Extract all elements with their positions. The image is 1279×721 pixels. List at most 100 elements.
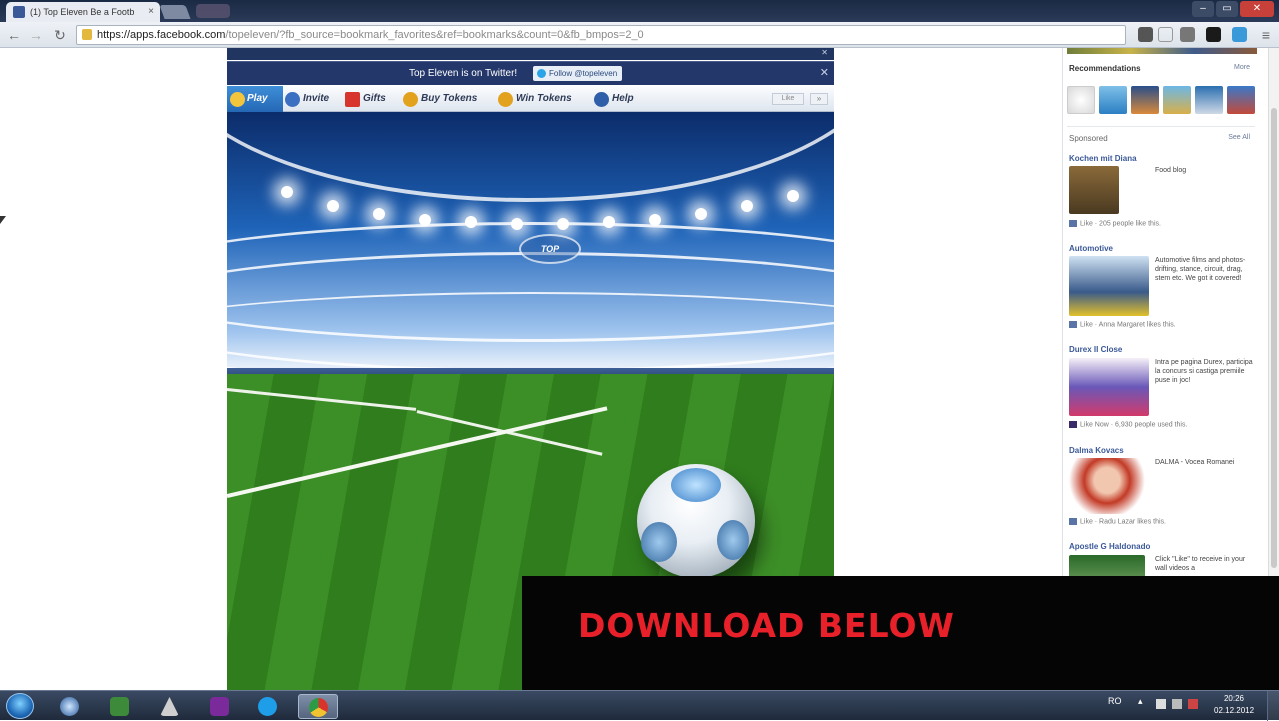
ad-text: Click "Like" to receive in your wall vid… [1155, 556, 1246, 572]
reload-button[interactable]: ↻ [50, 25, 70, 45]
taskbar-chrome-active[interactable] [298, 694, 338, 719]
ad-title[interactable]: Automotive [1069, 244, 1113, 253]
gift-icon [345, 92, 360, 107]
top-eleven-stadium-logo: TOP [519, 234, 581, 264]
nav-buy-tokens-button[interactable]: Buy Tokens [403, 90, 477, 108]
close-window-button[interactable]: ✕ [1240, 1, 1274, 17]
like-thumb-icon [1069, 321, 1077, 328]
show-desktop-button[interactable] [1267, 691, 1279, 721]
taskbar-app[interactable] [200, 694, 240, 719]
clock-time: 20:26 [1223, 694, 1245, 703]
ad-title[interactable]: Dalma Kovacs [1069, 446, 1124, 455]
ball-panel [671, 468, 721, 502]
recommended-app-icon[interactable] [1163, 86, 1191, 114]
tray-arrow-icon[interactable]: ▴ [1138, 696, 1143, 707]
floodlight [511, 218, 523, 230]
ad-like-line[interactable]: Like Now · 6,930 people used this. [1069, 421, 1187, 428]
ad-text: DALMA - Vocea Romanei [1155, 459, 1235, 466]
new-tab-button[interactable] [159, 5, 191, 19]
nav-gifts-label: Gifts [363, 93, 386, 104]
like-button[interactable]: Like [772, 93, 804, 105]
facebook-favicon-icon [13, 6, 25, 18]
token-icon [403, 92, 418, 107]
tray-flag-icon[interactable] [1188, 699, 1198, 709]
forward-button[interactable]: → [26, 25, 46, 45]
tray-volume-icon[interactable] [1172, 699, 1182, 709]
recommended-app-icon[interactable] [1067, 86, 1095, 114]
recommendations-title: Recommendations [1069, 64, 1141, 73]
ad-text: Automotive films and photos- drifting, s… [1155, 257, 1246, 282]
browser-tab-active[interactable]: (1) Top Eleven Be a Footb × [6, 2, 160, 22]
tray-network-icon[interactable] [1156, 699, 1166, 709]
taskbar-clock[interactable]: 20:26 02.12.2012 [1214, 693, 1254, 719]
notice-close-icon[interactable]: ✕ [821, 48, 828, 58]
sponsored-see-all-link[interactable]: See All [1228, 134, 1250, 141]
play-icon [230, 92, 245, 107]
chrome-icon [309, 698, 328, 717]
minimize-button[interactable]: – [1192, 1, 1214, 17]
twitter-bird-icon [537, 69, 546, 78]
recommended-app-icon[interactable] [1099, 86, 1127, 114]
floodlight [603, 216, 615, 228]
address-bar[interactable]: https://apps.facebook.com/topeleven/?fb_… [76, 25, 1126, 45]
search-icon[interactable] [1180, 27, 1195, 42]
ad-image[interactable] [1069, 166, 1119, 214]
floodlight [281, 186, 293, 198]
floodlight [557, 218, 569, 230]
nav-gifts-button[interactable]: Gifts [345, 90, 386, 108]
floodlight [741, 200, 753, 212]
browser-menu-icon[interactable]: ≡ [1256, 25, 1276, 45]
taskbar-app[interactable] [50, 694, 90, 719]
nav-play-button[interactable]: Play [227, 86, 283, 112]
language-indicator[interactable]: RO [1108, 696, 1122, 706]
back-button[interactable]: ← [4, 25, 24, 45]
recommended-app-icon[interactable] [1131, 86, 1159, 114]
ad-text: Intra pe pagina Durex, participa la conc… [1155, 359, 1253, 384]
nav-invite-button[interactable]: Invite [285, 90, 329, 108]
ad-like-line[interactable]: Like · 205 people like this. [1069, 220, 1161, 227]
ad-title[interactable]: Durex II Close [1069, 345, 1122, 354]
twitter-promo-text: Top Eleven is on Twitter! [409, 68, 518, 79]
browser-tab-inactive[interactable] [196, 4, 230, 18]
extension-icon[interactable] [1206, 27, 1221, 42]
nav-play-label: Play [247, 93, 268, 104]
page-left-margin [0, 48, 226, 690]
taskbar-app[interactable] [100, 694, 140, 719]
floodlight [419, 214, 431, 226]
tab-title: (1) Top Eleven Be a Footb [30, 7, 135, 17]
bookmark-star-icon[interactable] [1158, 27, 1173, 42]
ad-image[interactable] [1069, 458, 1145, 514]
sidebar-divider [1067, 126, 1255, 127]
ad-like-line[interactable]: Like · Radu Lazar likes this. [1069, 518, 1166, 525]
maximize-button[interactable]: ▭ [1216, 1, 1238, 17]
invite-icon [285, 92, 300, 107]
nav-scroll-button[interactable]: » [810, 93, 828, 105]
windows-taskbar: RO ▴ 20:26 02.12.2012 [0, 690, 1279, 721]
ad-image[interactable] [1069, 358, 1149, 416]
taskbar-app[interactable] [248, 694, 288, 719]
floodlight [787, 190, 799, 202]
twitter-follow-button[interactable]: Follow @topeleven [533, 66, 623, 81]
app-notice-bar: ✕ [227, 48, 834, 60]
recommended-app-icon[interactable] [1195, 86, 1223, 114]
skype-extension-icon[interactable] [1232, 27, 1247, 42]
taskbar-app[interactable] [150, 694, 190, 719]
twitter-bar-close-icon[interactable]: ✕ [820, 66, 829, 79]
twitter-promo-bar: Top Eleven is on Twitter! Follow @topele… [227, 61, 834, 85]
nav-win-tokens-button[interactable]: Win Tokens [498, 90, 572, 108]
windows-start-icon[interactable] [6, 693, 34, 719]
ad-image[interactable] [1069, 256, 1149, 316]
recommended-app-icon[interactable] [1227, 86, 1255, 114]
recommendations-more-link[interactable]: More [1234, 64, 1250, 71]
scrollbar-thumb[interactable] [1271, 108, 1277, 568]
ad-title[interactable]: Apostle G Haldonado [1069, 542, 1150, 551]
ad-like-text: Like · Radu Lazar likes this. [1080, 518, 1166, 526]
nav-help-button[interactable]: Help [594, 90, 634, 108]
ball-panel [717, 520, 749, 560]
extension-icon[interactable] [1138, 27, 1153, 42]
ad-title[interactable]: Kochen mit Diana [1069, 154, 1137, 163]
floodlight [695, 208, 707, 220]
ad-like-line[interactable]: Like · Anna Margaret likes this. [1069, 321, 1176, 328]
url-path: /topeleven/?fb_source=bookmark_favorites… [225, 29, 644, 41]
tab-close-icon[interactable]: × [148, 6, 154, 17]
